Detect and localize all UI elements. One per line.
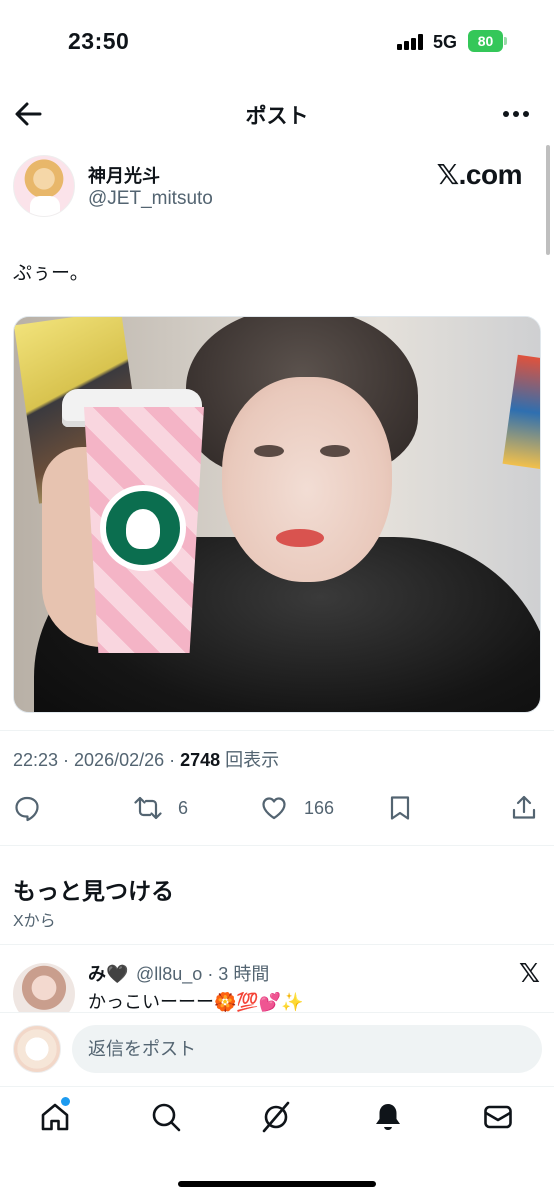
reply-author-handle: @ll8u_o · 3 時間 [136,964,270,984]
messages-icon[interactable] [482,1101,518,1137]
divider [0,944,554,945]
share-button[interactable] [510,794,538,822]
reply-icon [15,796,39,822]
repost-button[interactable]: 6 [134,794,188,822]
heart-icon [262,797,286,820]
author-display-name[interactable]: 神月光斗 [88,162,160,188]
notification-dot [61,1097,70,1106]
status-time: 23:50 [68,28,130,54]
x-com-logo: 𝕏.com [436,159,523,190]
reply-input[interactable] [72,1025,542,1073]
search-icon[interactable] [150,1101,186,1137]
grok-icon[interactable] [260,1101,296,1137]
discover-heading: もっと見つける [13,878,174,904]
home-icon[interactable] [39,1097,75,1137]
page-title: ポスト [245,105,309,128]
post-text: ぷぅー。 [13,263,89,284]
bookmark-icon [390,796,410,820]
share-icon [512,795,536,819]
more-icon[interactable] [500,102,532,126]
reply-author-name[interactable]: み🖤 [88,960,128,986]
avatar[interactable] [13,963,75,1014]
post-meta: 22:23 · 2026/02/26 · 2748 回表示 [13,746,279,772]
avatar[interactable] [13,155,75,217]
notifications-icon[interactable] [372,1101,408,1137]
top-bar: ポスト [0,92,554,136]
reply-preview[interactable]: み🖤 @ll8u_o · 3 時間 かっこいーーー🏵️💯💕✨ 𝕏 [0,958,554,1014]
bookmark-button[interactable] [386,794,414,822]
repost-icon [134,796,162,820]
avatar [13,1025,61,1073]
reply-compose-bar [0,1012,554,1084]
reply-text: かっこいーーー🏵️💯💕✨ [88,992,304,1012]
like-count: 166 [304,797,335,818]
cup-logo-icon [100,485,186,571]
reply-button[interactable] [13,794,41,822]
like-button[interactable]: 166 [260,794,334,822]
post-photo[interactable] [13,316,541,713]
post-timestamp: 22:23 · 2026/02/26 · [13,750,181,770]
author-handle[interactable]: @JET_mitsuto [88,188,213,210]
status-bar: 23:50 5G 80 [0,0,554,84]
post-actions: 6 166 [0,786,554,830]
views-count: 2748 [180,750,221,770]
repost-count: 6 [178,797,189,818]
discover-subtitle: Xから [13,913,56,930]
post-author: 神月光斗 @JET_mitsuto 𝕏.com [0,152,554,222]
battery-level: 80 [468,30,503,52]
bottom-nav [0,1086,554,1150]
home-indicator [178,1181,376,1187]
x-logo-icon: 𝕏 [519,958,540,988]
divider [0,845,554,846]
views-label: 回表示 [220,750,280,770]
network-type: 5G [433,32,458,52]
signal-icon [397,34,425,50]
divider [0,730,554,731]
battery-icon: 80 [468,30,508,52]
